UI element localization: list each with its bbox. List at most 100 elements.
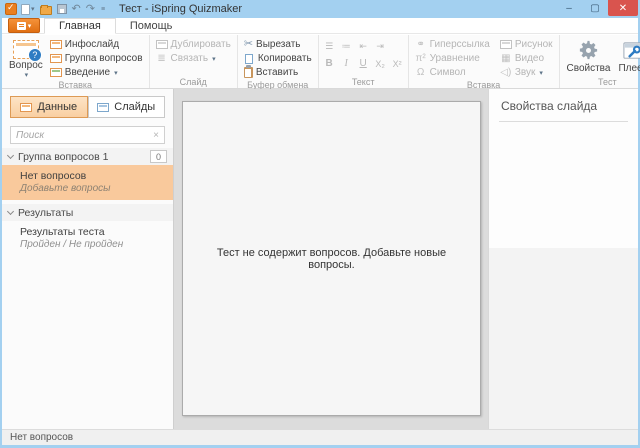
subscript-button[interactable]: X₂ <box>374 59 387 69</box>
sound-icon: ◁) <box>500 67 512 78</box>
hyperlink-icon: ⚭ <box>415 39 427 50</box>
customize-qat-button[interactable]: ≡ <box>100 2 105 16</box>
picture-icon <box>500 40 512 49</box>
sound-button[interactable]: ◁)Звук▾ <box>498 66 555 79</box>
open-button[interactable] <box>40 2 52 16</box>
main-body: Данные Слайды × Группа вопросов 1 0 <box>2 89 638 429</box>
chevron-down-icon: ▾ <box>114 69 118 77</box>
minimize-button[interactable]: – <box>556 0 582 16</box>
question-group-button[interactable]: Группа вопросов <box>48 52 145 65</box>
hyperlink-button[interactable]: ⚭Гиперссылка <box>413 38 492 51</box>
maximize-button[interactable]: ▢ <box>582 0 608 16</box>
video-button[interactable]: ▦Видео <box>498 52 555 65</box>
undo-button[interactable]: ↶ <box>72 2 81 16</box>
video-icon: ▦ <box>500 53 512 64</box>
chevron-down-icon <box>7 152 14 159</box>
symbol-button[interactable]: ΩСимвол <box>413 66 492 79</box>
slide-properties-panel: Свойства слайда <box>488 89 638 429</box>
more-icon: ≡ <box>101 6 105 13</box>
search-clear-icon[interactable]: × <box>153 130 159 141</box>
ribbon-group-slide: Дублировать ≣Связать▾ Слайд <box>150 35 238 88</box>
duplicate-icon <box>156 40 168 49</box>
equation-button[interactable]: π²Уравнение <box>413 52 492 65</box>
redo-button[interactable]: ↷ <box>86 2 95 16</box>
undo-icon: ↶ <box>72 2 81 16</box>
increase-indent-icon[interactable]: ⇥ <box>374 41 387 52</box>
chevron-down-icon: ▾ <box>25 71 29 79</box>
status-bar: Нет вопросов <box>2 429 638 445</box>
panel-empty-area <box>489 248 638 429</box>
infoslide-icon <box>50 40 62 49</box>
italic-button[interactable]: I <box>340 58 353 69</box>
tab-help[interactable]: Помощь <box>116 18 187 33</box>
ribbon-tab-row: ▾ Главная Помощь <box>2 18 638 34</box>
group-header-results[interactable]: Результаты <box>2 204 173 221</box>
search-input[interactable] <box>16 130 153 141</box>
group-label-test: Тест <box>564 76 640 88</box>
duplicate-button[interactable]: Дублировать <box>154 38 233 51</box>
app-menu-button[interactable]: ▾ <box>8 18 40 33</box>
ribbon-group-text: ☰ ≔ ⇤ ⇥ B I U X₂ X² Текст <box>319 35 409 88</box>
properties-button[interactable]: Свойства <box>564 37 614 76</box>
copy-icon <box>245 54 253 64</box>
empty-test-message: Тест не содержит вопросов. Добавьте новы… <box>183 247 480 271</box>
copy-button[interactable]: Копировать <box>242 52 314 65</box>
sidebar-tabs: Данные Слайды <box>2 89 173 123</box>
paste-icon <box>244 67 253 78</box>
open-folder-icon <box>40 6 52 15</box>
app-menu-icon <box>17 22 26 30</box>
search-box: × <box>10 126 165 144</box>
gear-icon <box>577 39 600 62</box>
chevron-down-icon <box>7 208 14 215</box>
ribbon: Вопрос ▾ Инфослайд Группа вопросов Введе… <box>2 35 638 89</box>
window-title: Тест - iSpring Quizmaker <box>119 3 242 15</box>
ribbon-group-insert: Вопрос ▾ Инфослайд Группа вопросов Введе… <box>2 35 150 88</box>
numbered-list-icon[interactable]: ≔ <box>340 41 353 52</box>
picture-button[interactable]: Рисунок <box>498 38 555 51</box>
intro-button[interactable]: Введение▾ <box>48 66 145 79</box>
chevron-down-icon: ▾ <box>539 69 543 77</box>
save-button[interactable] <box>57 2 67 16</box>
redo-icon: ↷ <box>86 2 95 16</box>
bold-button[interactable]: B <box>323 58 336 69</box>
slides-icon <box>97 103 109 112</box>
question-group-icon <box>50 54 62 63</box>
app-logo-icon <box>5 3 17 15</box>
slide-page[interactable]: Тест не содержит вопросов. Добавьте новы… <box>182 101 481 416</box>
player-button[interactable]: Плеер <box>615 37 640 76</box>
equation-icon: π² <box>415 53 427 64</box>
chevron-down-icon: ▾ <box>31 5 35 13</box>
infoslide-button[interactable]: Инфослайд <box>48 38 145 51</box>
cut-button[interactable]: ✂Вырезать <box>242 38 314 51</box>
new-document-icon <box>21 4 30 15</box>
list-item-no-questions[interactable]: Нет вопросов Добавьте вопросы <box>2 165 173 200</box>
symbol-icon: Ω <box>415 67 427 78</box>
tab-home[interactable]: Главная <box>44 18 116 34</box>
new-document-button[interactable]: ▾ <box>21 2 35 16</box>
link-button[interactable]: ≣Связать▾ <box>154 52 233 65</box>
intro-icon <box>50 68 62 77</box>
window-body: ▾ Главная Помощь Вопрос ▾ Инфослайд Груп… <box>2 18 638 445</box>
panel-divider <box>499 121 628 122</box>
save-icon <box>57 4 67 14</box>
question-button[interactable]: Вопрос ▾ <box>6 37 46 79</box>
bullet-list-icon[interactable]: ☰ <box>323 41 336 52</box>
paste-button[interactable]: Вставить <box>242 66 314 79</box>
group-label-text: Текст <box>323 76 404 88</box>
player-wrench-icon <box>622 39 640 62</box>
ribbon-group-insert-objects: ⚭Гиперссылка π²Уравнение ΩСимвол Рисунок… <box>409 35 560 88</box>
app-window: ▾ ↶ ↷ ≡ Тест - iSpring Quizmaker – ▢ ✕ ▾… <box>0 0 640 448</box>
superscript-button[interactable]: X² <box>391 59 404 69</box>
window-controls: – ▢ ✕ <box>556 0 638 16</box>
link-icon: ≣ <box>156 53 168 64</box>
data-list-icon <box>20 103 32 112</box>
close-button[interactable]: ✕ <box>608 0 638 16</box>
group-header-questions[interactable]: Группа вопросов 1 0 <box>2 148 173 165</box>
sidebar-tab-slides[interactable]: Слайды <box>88 96 166 118</box>
ribbon-group-test: Свойства Плеер Тест <box>560 35 640 88</box>
underline-button[interactable]: U <box>357 58 370 69</box>
status-text: Нет вопросов <box>10 432 73 443</box>
list-item-test-results[interactable]: Результаты теста Пройден / Не пройден <box>2 221 173 256</box>
sidebar-tab-data[interactable]: Данные <box>10 96 88 118</box>
decrease-indent-icon[interactable]: ⇤ <box>357 41 370 52</box>
